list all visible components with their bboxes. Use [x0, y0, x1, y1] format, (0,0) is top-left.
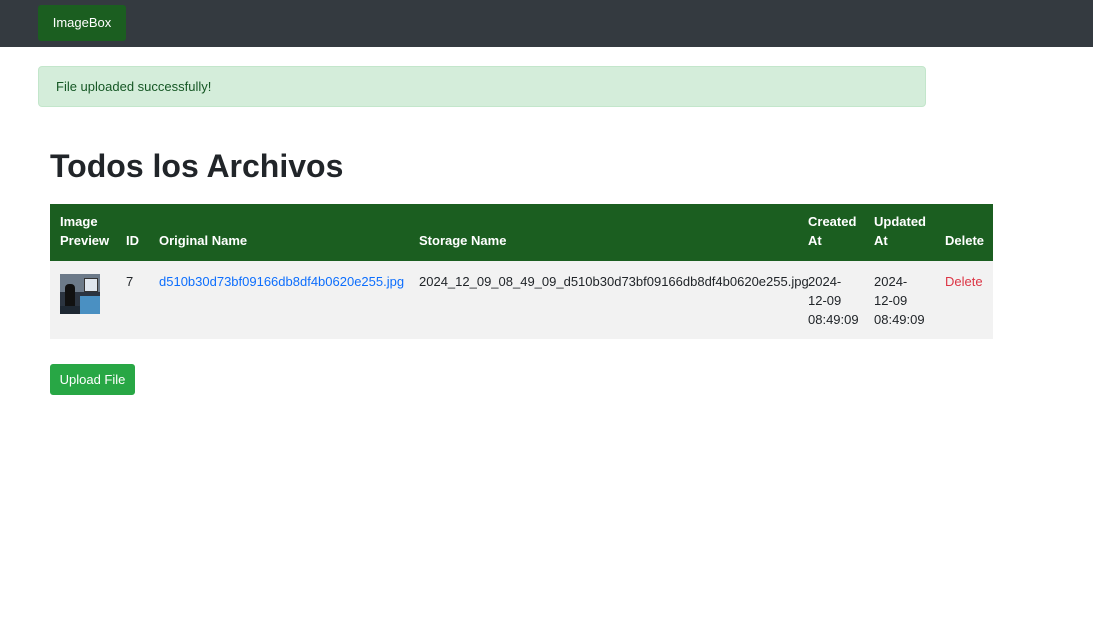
- header-original-name: Original Name: [159, 233, 248, 248]
- cell-delete: Delete: [935, 261, 993, 339]
- header-updated-at: Updated At: [874, 214, 926, 248]
- cell-preview: [50, 261, 116, 339]
- original-name-link[interactable]: d510b30d73bf09166db8df4b0620e255.jpg: [159, 274, 404, 289]
- upload-file-button[interactable]: Upload File: [50, 364, 135, 395]
- header-id: ID: [126, 233, 139, 248]
- cell-original-name: d510b30d73bf09166db8df4b0620e255.jpg: [149, 261, 409, 339]
- page-title: Todos los Archivos: [50, 148, 344, 184]
- cell-storage-name: 2024_12_09_08_49_09_d510b30d73bf09166db8…: [419, 274, 809, 289]
- navbar: ImageBox: [0, 0, 1093, 47]
- cell-id: 7: [126, 274, 134, 289]
- table-header-row: Image Preview ID Original Name Storage N…: [50, 204, 993, 261]
- table-row: 7 d510b30d73bf09166db8df4b0620e255.jpg 2…: [50, 261, 993, 339]
- header-created-at: Created At: [808, 214, 857, 248]
- header-image-preview: Image Preview: [60, 214, 110, 248]
- alert-message: File uploaded successfully!: [56, 79, 212, 94]
- header-delete: Delete: [945, 233, 985, 248]
- header-storage-name: Storage Name: [419, 233, 507, 248]
- image-thumbnail-icon[interactable]: [60, 274, 100, 314]
- brand-button[interactable]: ImageBox: [38, 5, 126, 41]
- success-alert: File uploaded successfully!: [38, 66, 926, 107]
- cell-created-at: 2024-12-09 08:49:09: [808, 274, 859, 327]
- files-table: Image Preview ID Original Name Storage N…: [50, 204, 993, 339]
- delete-link[interactable]: Delete: [945, 274, 983, 289]
- cell-updated-at: 2024-12-09 08:49:09: [874, 274, 925, 327]
